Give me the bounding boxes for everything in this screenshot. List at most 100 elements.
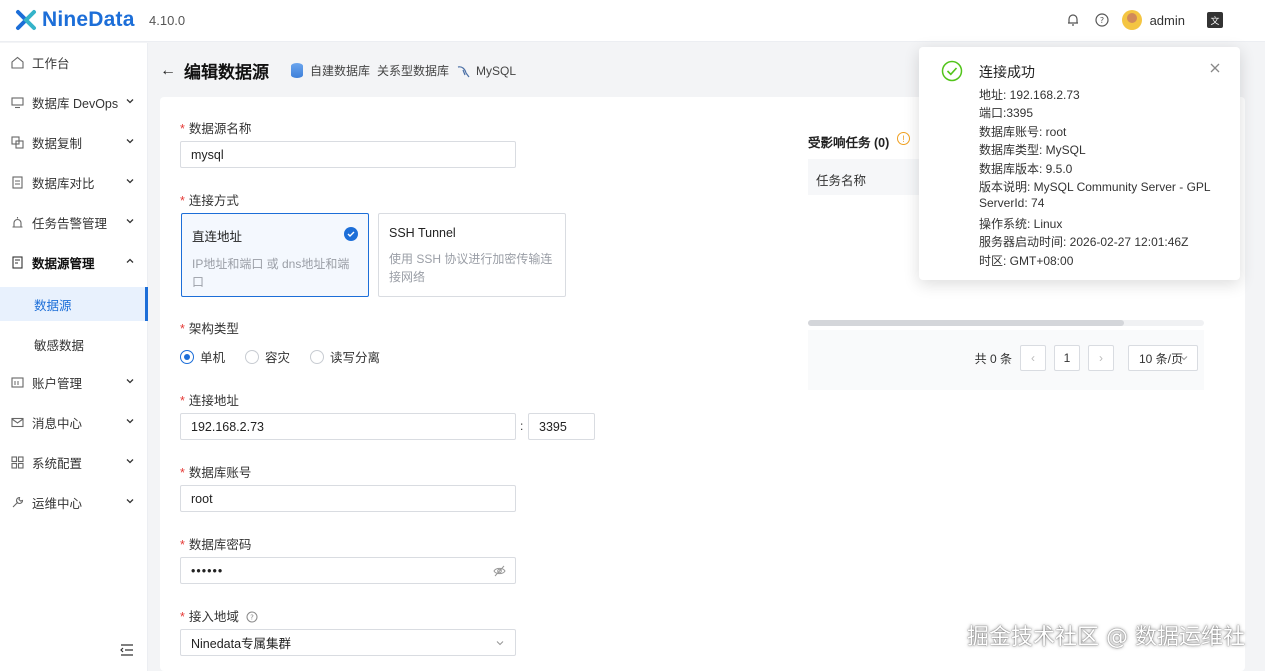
home-icon	[10, 55, 24, 69]
notification-line: 数据库类型: MySQL	[979, 143, 1086, 157]
notification-line: 数据库版本: 9.5.0	[979, 162, 1073, 176]
page-header: ← 编辑数据源 自建数据库 关系型数据库 MySQL	[160, 58, 523, 83]
page-title: 编辑数据源	[184, 63, 269, 82]
notification-line: 时区: GMT+08:00	[979, 254, 1074, 268]
next-page-button[interactable]: ›	[1088, 345, 1114, 371]
chevron-down-icon	[126, 99, 134, 104]
sidebar-item-label: 数据库对比	[32, 176, 95, 191]
language-switch-icon[interactable]: 文	[1207, 12, 1223, 28]
chevron-down-icon	[1180, 356, 1188, 361]
username[interactable]: admin	[1150, 13, 1185, 28]
compare-icon	[10, 175, 24, 189]
avatar[interactable]	[1121, 10, 1142, 30]
chevron-down-icon	[126, 459, 134, 464]
sidebar-item-label: 消息中心	[32, 416, 83, 431]
collapse-sidebar-icon[interactable]	[120, 643, 134, 657]
ninedata-logo-icon	[16, 10, 36, 30]
sidebar-item-label: 工作台	[32, 56, 70, 71]
check-icon	[344, 227, 358, 241]
datasource-icon	[10, 255, 24, 269]
close-icon[interactable]	[1208, 61, 1222, 75]
monitor-icon	[10, 95, 24, 109]
page-size-value: 10 条/页	[1139, 351, 1184, 366]
pagination-area: 共 0 条 ‹ 1 › 10 条/页	[808, 330, 1204, 390]
radio-read-write-split[interactable]	[310, 349, 325, 364]
svg-text:?: ?	[1099, 16, 1103, 25]
sidebar-item-datasource-mgmt[interactable]: 数据源管理	[0, 245, 148, 279]
arch-radio-group: 单机 容灾 读写分离	[180, 347, 400, 366]
page-number[interactable]: 1	[1054, 345, 1080, 371]
account-icon	[10, 375, 24, 389]
breadcrumb: 自建数据库 关系型数据库 MySQL	[291, 62, 523, 79]
notification-line: 数据库账号: root	[979, 125, 1067, 139]
column-header: 任务名称	[816, 174, 867, 188]
grid-icon	[10, 455, 24, 469]
radio-label: 读写分离	[330, 351, 381, 365]
field-label: * 数据源名称	[180, 122, 252, 136]
conn-option-ssh[interactable]: SSH Tunnel 使用 SSH 协议进行加密传输连接网络	[378, 213, 566, 297]
sidebar-item-label: 账户管理	[32, 376, 83, 391]
help-icon[interactable]: ?	[246, 611, 258, 623]
port-input[interactable]: 3395	[528, 413, 595, 440]
sidebar-item-devops[interactable]: 数据库 DevOps	[0, 85, 148, 119]
conn-option-title: 直连地址	[192, 230, 243, 244]
conn-option-title: SSH Tunnel	[389, 226, 456, 240]
radio-disaster-recovery[interactable]	[245, 349, 260, 364]
db-user-input[interactable]: root	[180, 485, 516, 512]
eye-hidden-icon[interactable]	[493, 565, 506, 577]
sidebar-item-label: 数据源	[34, 298, 72, 313]
success-check-icon	[941, 60, 963, 82]
chevron-down-icon	[126, 419, 134, 424]
chevron-down-icon	[496, 641, 504, 646]
top-bar: NineData 4.10.0 ? admin 文	[0, 0, 1265, 42]
sidebar-item-workbench[interactable]: 工作台	[0, 45, 148, 79]
sidebar-item-datasource[interactable]: 数据源	[0, 287, 148, 321]
sidebar-item-messages[interactable]: 消息中心	[0, 405, 148, 439]
breadcrumb-item: 自建数据库	[310, 64, 371, 78]
help-icon[interactable]: ?	[1092, 10, 1112, 30]
chevron-down-icon	[126, 379, 134, 384]
db-password-input[interactable]: ••••••	[180, 557, 516, 584]
sidebar-item-sensitive-data[interactable]: 敏感数据	[0, 327, 148, 361]
sidebar-item-accounts[interactable]: 账户管理	[0, 365, 148, 399]
sidebar-item-label: 运维中心	[32, 496, 83, 511]
field-label: * 数据库账号	[180, 466, 252, 480]
radio-label: 单机	[200, 351, 226, 365]
pagination: 共 0 条 ‹ 1 › 10 条/页	[975, 345, 1198, 371]
region-select-value: Ninedata专属集群	[191, 637, 292, 651]
prev-page-button[interactable]: ‹	[1020, 345, 1046, 371]
bell-icon[interactable]	[1063, 10, 1083, 30]
brand-name: NineData	[42, 8, 135, 31]
affected-tasks-title: 受影响任务 (0)	[808, 136, 890, 150]
field-label: * 连接方式	[180, 194, 239, 208]
region-select[interactable]: Ninedata专属集群	[180, 629, 516, 656]
mail-icon	[10, 415, 24, 429]
version-label: 4.10.0	[149, 13, 186, 28]
datasource-name-input[interactable]: mysql	[180, 141, 516, 168]
logo[interactable]: NineData	[14, 8, 135, 32]
warning-icon: !	[897, 132, 910, 145]
sidebar-item-replication[interactable]: 数据复制	[0, 125, 148, 159]
host-input[interactable]: 192.168.2.73	[180, 413, 516, 440]
field-label: * 连接地址	[180, 394, 239, 408]
sidebar-item-system-config[interactable]: 系统配置	[0, 445, 148, 479]
scrollbar-thumb[interactable]	[808, 320, 1124, 326]
sidebar-item-label: 系统配置	[32, 456, 83, 471]
page-size-select[interactable]: 10 条/页	[1128, 345, 1198, 371]
field-label: * 接入地域 ?	[180, 606, 258, 625]
horizontal-scrollbar[interactable]	[808, 320, 1204, 326]
wrench-icon	[10, 495, 24, 509]
conn-option-direct[interactable]: 直连地址 IP地址和端口 或 dns地址和端口	[181, 213, 369, 297]
notification-line: 操作系统: Linux	[979, 217, 1063, 231]
chevron-down-icon	[126, 139, 134, 144]
sidebar-item-compare[interactable]: 数据库对比	[0, 165, 148, 199]
back-arrow-icon[interactable]: ←	[160, 62, 176, 80]
sidebar-item-ops-center[interactable]: 运维中心	[0, 485, 148, 519]
chevron-down-icon	[126, 499, 134, 504]
svg-text:?: ?	[251, 614, 255, 622]
conn-option-desc: IP地址和端口 或 dns地址和端口	[192, 257, 350, 289]
database-icon	[291, 63, 303, 78]
sidebar-item-alerts[interactable]: 任务告警管理	[0, 205, 148, 239]
radio-standalone[interactable]	[180, 349, 194, 364]
password-value: ••••••	[191, 563, 224, 578]
